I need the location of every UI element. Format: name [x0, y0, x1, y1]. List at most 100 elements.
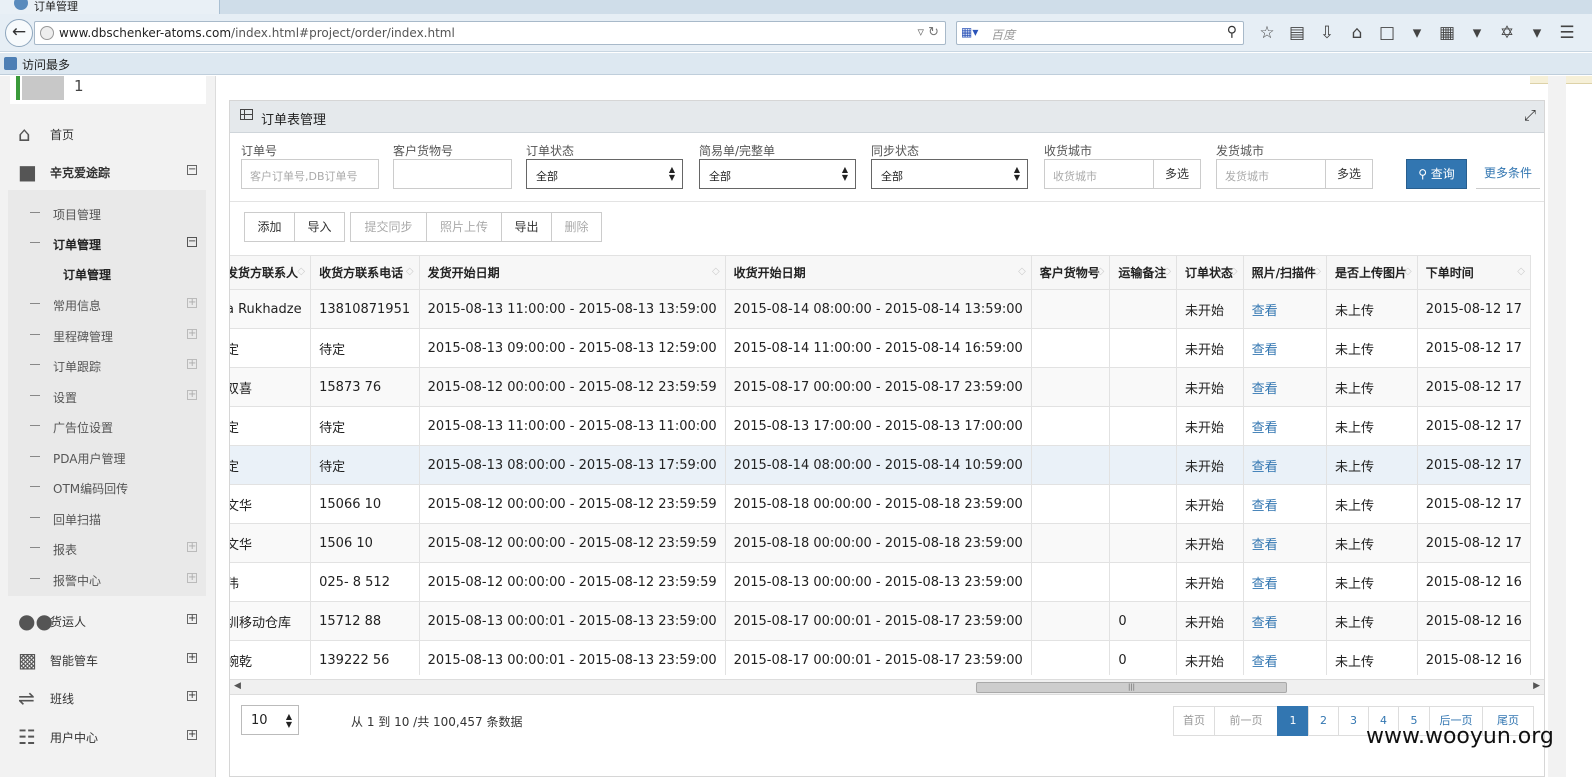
sidebar-item-shippers[interactable]: ●● 货运人 +: [0, 603, 216, 639]
reading-list-icon[interactable]: ▤: [1282, 23, 1312, 43]
order-status-select[interactable]: 全部 ▲ ▼: [526, 159, 683, 189]
collapse-icon[interactable]: −: [187, 165, 197, 175]
expand-icon[interactable]: +: [187, 298, 197, 308]
sidebar-item-receipt-scan[interactable]: 回单扫描: [8, 503, 206, 533]
first-page-button[interactable]: 首页: [1173, 706, 1215, 736]
column-header[interactable]: 是否上传图片 ◇: [1325, 255, 1418, 290]
sidebar-item-common-info[interactable]: 常用信息 +: [8, 289, 206, 319]
sidebar-item-routes[interactable]: ⇌ 班线 +: [0, 680, 216, 716]
sidebar-item-reports[interactable]: 报表 +: [8, 533, 206, 563]
column-header[interactable]: 发货开始日期 ◇: [418, 255, 726, 290]
bookmark-most-visited[interactable]: 访问最多: [22, 56, 70, 73]
column-header[interactable]: 订单状态 ◇: [1176, 255, 1244, 290]
download-icon[interactable]: ⇩: [1312, 23, 1342, 43]
sidebar-item-pda-users[interactable]: PDA用户管理: [8, 442, 206, 472]
sidebar-item-ad-settings[interactable]: 广告位设置: [8, 411, 206, 441]
table-row[interactable]: 定待定2015-08-13 08:00:00 - 2015-08-13 17:5…: [230, 445, 1532, 485]
expand-icon[interactable]: +: [187, 691, 197, 701]
page-button[interactable]: 1: [1277, 706, 1309, 736]
sidebar-item-schenker[interactable]: ■ 辛克爱途踪 −: [0, 154, 216, 190]
sidebar-item-tracking[interactable]: 订单跟踪 +: [8, 350, 206, 380]
import-button[interactable]: 导入: [294, 212, 345, 242]
column-header[interactable]: 发货方联系人 ◇: [230, 255, 312, 290]
table-row[interactable]: 定待定2015-08-13 09:00:00 - 2015-08-13 12:5…: [230, 328, 1532, 368]
sidebar-item-order-management-active[interactable]: 订单管理: [63, 266, 111, 283]
column-header[interactable]: 运输备注 ◇: [1109, 255, 1178, 290]
page-size-select[interactable]: 10 ▲ ▼: [241, 705, 299, 735]
view-link[interactable]: 查看: [1242, 601, 1327, 641]
customer-no-input[interactable]: [393, 159, 512, 189]
more-conditions-button[interactable]: 更多条件: [1476, 159, 1540, 189]
table-horizontal-scrollbar[interactable]: ◀ ||| ▶: [230, 679, 1544, 695]
view-link[interactable]: 查看: [1242, 328, 1327, 368]
send-city-multi-button[interactable]: 多选: [1325, 159, 1373, 189]
query-button[interactable]: ⚲ 查询: [1406, 159, 1467, 189]
scroll-right-icon[interactable]: ▶: [1533, 681, 1540, 691]
crop-icon[interactable]: □: [1372, 23, 1402, 43]
send-city-input[interactable]: 发货城市: [1216, 159, 1326, 189]
view-link[interactable]: 查看: [1242, 640, 1327, 675]
column-header[interactable]: 下单时间 ◇: [1416, 255, 1532, 290]
table-row[interactable]: 定待定2015-08-13 11:00:00 - 2015-08-13 11:0…: [230, 406, 1532, 446]
photo-upload-button[interactable]: 照片上传: [426, 212, 502, 242]
table-row[interactable]: 文华15066 102015-08-12 00:00:00 - 2015-08-…: [230, 484, 1532, 524]
delete-button[interactable]: 删除: [551, 212, 602, 242]
collapse-icon[interactable]: −: [187, 237, 197, 247]
search-icon[interactable]: ⚲: [1227, 24, 1237, 40]
page-button[interactable]: 3: [1338, 706, 1369, 736]
bug-icon[interactable]: ✡: [1492, 23, 1522, 43]
star-icon[interactable]: ☆: [1252, 23, 1282, 43]
view-link[interactable]: 查看: [1242, 562, 1327, 602]
table-row[interactable]: 双喜15873 762015-08-12 00:00:00 - 2015-08-…: [230, 367, 1532, 407]
view-link[interactable]: 查看: [1242, 523, 1327, 563]
sidebar-item-settings[interactable]: 设置 +: [8, 381, 206, 411]
sidebar-item-orders[interactable]: 订单管理 −: [8, 228, 206, 258]
prev-page-button[interactable]: 前一页: [1214, 706, 1278, 736]
menu-icon[interactable]: ☰: [1552, 23, 1582, 43]
expand-icon[interactable]: +: [187, 653, 197, 663]
browser-tab[interactable]: 订单管理: [0, 0, 220, 14]
expand-icon[interactable]: +: [187, 390, 197, 400]
table-row[interactable]: 婉乾139222 562015-08-13 00:00:01 - 2015-08…: [230, 640, 1532, 675]
sidebar-item-project[interactable]: 项目管理: [8, 198, 206, 228]
table-row[interactable]: 圳移动仓库 15712 88 2015-08-13 00:00:01 - 2015-…: [230, 601, 1532, 641]
avatar[interactable]: [22, 76, 64, 100]
expand-icon[interactable]: ⤢: [1524, 106, 1536, 124]
reload-icon[interactable]: ▿ ↻: [917, 25, 939, 40]
sidebar-item-user-center[interactable]: ☷ 用户中心 +: [0, 719, 216, 755]
column-header[interactable]: 收货开始日期 ◇: [724, 255, 1032, 290]
sidebar-item-alarm-center[interactable]: 报警中心 +: [8, 564, 206, 594]
add-button[interactable]: 添加: [244, 212, 295, 242]
export-button[interactable]: 导出: [501, 212, 552, 242]
view-link[interactable]: 查看: [1242, 406, 1327, 446]
view-link[interactable]: 查看: [1242, 484, 1327, 524]
expand-icon[interactable]: +: [187, 359, 197, 369]
page-vertical-scrollbar[interactable]: [1548, 76, 1566, 777]
sidebar-item-home[interactable]: ⌂ 首页: [0, 116, 216, 152]
dropdown-icon[interactable]: ▾: [1462, 23, 1492, 43]
dropdown-icon[interactable]: ▾: [1402, 23, 1432, 43]
table-row[interactable]: 文华1506 102015-08-12 00:00:00 - 2015-08-1…: [230, 523, 1532, 563]
view-link[interactable]: 查看: [1242, 367, 1327, 407]
back-button[interactable]: ←: [5, 19, 33, 47]
column-header[interactable]: 客户货物号 ◇: [1030, 255, 1111, 290]
expand-icon[interactable]: +: [187, 329, 197, 339]
sync-status-select[interactable]: 全部 ▲ ▼: [871, 159, 1028, 189]
addon-icon[interactable]: ▦: [1432, 23, 1462, 43]
view-link[interactable]: 查看: [1242, 445, 1327, 485]
sidebar-item-otm-code[interactable]: OTM编码回传: [8, 472, 206, 502]
sheet-type-select[interactable]: 全部 ▲ ▼: [699, 159, 856, 189]
order-no-input[interactable]: 客户订单号,DB订单号: [241, 159, 379, 189]
dropdown-icon[interactable]: ▾: [1522, 23, 1552, 43]
search-bar[interactable]: ▦▾ 百度 ⚲: [956, 21, 1244, 45]
home-page-icon[interactable]: ⌂: [1342, 23, 1372, 43]
expand-icon[interactable]: +: [187, 614, 197, 624]
url-bar[interactable]: www.dbschenker-atoms.com/index.html#proj…: [34, 21, 946, 45]
sidebar-item-milestone[interactable]: 里程碑管理 +: [8, 320, 206, 350]
submit-sync-button[interactable]: 提交同步: [350, 212, 427, 242]
expand-icon[interactable]: +: [187, 730, 197, 740]
view-link[interactable]: 查看: [1242, 289, 1327, 329]
sidebar-item-smart-fleet[interactable]: ▩ 智能管车 +: [0, 642, 216, 678]
expand-icon[interactable]: +: [187, 542, 197, 552]
recv-city-input[interactable]: 收货城市: [1044, 159, 1154, 189]
